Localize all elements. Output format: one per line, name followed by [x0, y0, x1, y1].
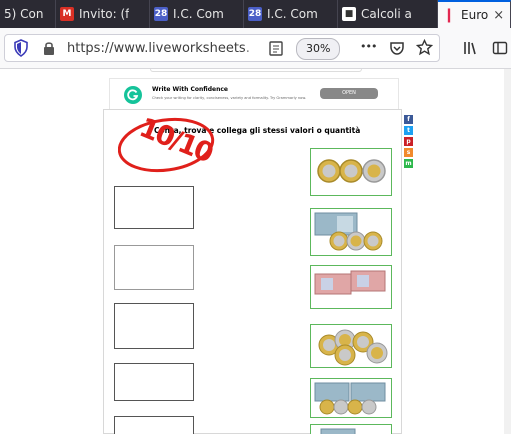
drop-box-3[interactable] [114, 303, 194, 349]
money-tile-1[interactable] [310, 148, 392, 196]
tab-label: 5) Con [4, 7, 44, 21]
bookmark-star-icon[interactable] [415, 38, 434, 60]
url-bar[interactable]: https://www.liveworksheets. 30% ••• [4, 34, 440, 62]
pocket-icon[interactable] [389, 40, 405, 60]
tab-label: Euro [461, 8, 489, 22]
navigation-toolbar: https://www.liveworksheets. 30% ••• [0, 28, 511, 69]
share-icon[interactable]: s [404, 148, 413, 157]
tab-label: I.C. Com [267, 7, 318, 21]
lock-icon[interactable] [43, 41, 55, 60]
library-icon[interactable] [460, 38, 480, 58]
money-tile-4[interactable] [310, 324, 392, 368]
tab-classroom[interactable]: ■ Calcoli a [338, 0, 438, 28]
euro-coin-icon [346, 231, 366, 251]
money-tile-2[interactable] [310, 208, 392, 256]
classroom-share-icon[interactable]: m [404, 159, 413, 168]
classroom-icon: ■ [342, 7, 356, 21]
ad-open-button[interactable]: OPEN [320, 88, 378, 99]
tab-label: I.C. Com [173, 7, 224, 21]
euro-coin-icon [329, 231, 349, 251]
ad-text: Check your writing for clarity, concisen… [152, 96, 307, 100]
tab-label: Calcoli a [361, 7, 412, 21]
tab-strip: 5) Con M Invito: (f 28 I.C. Com 28 I.C. … [0, 0, 511, 28]
tracking-shield-icon[interactable] [13, 39, 29, 61]
worksheet: Conta, trova e collega gli stessi valori… [103, 109, 402, 434]
sidebar-icon[interactable] [490, 38, 510, 58]
euro-coin-icon [347, 399, 363, 415]
drop-box-4[interactable] [114, 363, 194, 401]
ad-banner[interactable]: Write With Confidence Check your writing… [109, 78, 399, 112]
drop-box-5[interactable] [114, 416, 194, 434]
money-tile-6[interactable] [310, 424, 392, 434]
ad-tab-edge [150, 69, 362, 72]
drop-box-1[interactable] [114, 186, 194, 229]
page-actions-menu-icon[interactable]: ••• [360, 40, 377, 53]
score-mark: 10/10 [117, 112, 224, 174]
euro-coin-icon [319, 399, 335, 415]
money-tile-5[interactable] [310, 378, 392, 418]
tab-gmail[interactable]: M Invito: (f [56, 0, 150, 28]
euro-banknote-icon [314, 382, 350, 402]
money-tile-3[interactable] [310, 265, 392, 309]
page-content: Write With Confidence Check your writing… [0, 69, 511, 434]
euro-coin-icon [317, 159, 341, 183]
euro-coin-icon [334, 344, 356, 366]
grammarly-logo-icon [124, 86, 142, 104]
tab-label: Invito: (f [79, 7, 130, 21]
tab-calendar-1[interactable]: 28 I.C. Com [150, 0, 244, 28]
vertical-scrollbar[interactable] [504, 69, 511, 434]
ad-title: Write With Confidence [152, 86, 228, 93]
pinterest-share-icon[interactable]: p [404, 137, 413, 146]
close-tab-icon[interactable]: × [493, 8, 504, 23]
euro-coin-icon [333, 399, 349, 415]
calendar-icon: 28 [154, 7, 168, 21]
facebook-share-icon[interactable]: f [404, 115, 413, 124]
euro-banknote-icon [350, 270, 386, 292]
euro-banknote-icon [314, 212, 358, 236]
tab-chat[interactable]: 5) Con [0, 0, 56, 28]
zoom-level-button[interactable]: 30% [296, 38, 341, 60]
drop-box-2[interactable] [114, 245, 194, 290]
tab-euro-active[interactable]: ❙ Euro × [438, 0, 511, 28]
reader-view-icon[interactable] [269, 41, 283, 60]
calendar-icon: 28 [248, 7, 262, 21]
liveworksheets-icon: ❙ [443, 7, 455, 23]
tab-calendar-2[interactable]: 28 I.C. Com [244, 0, 338, 28]
euro-coin-icon [362, 159, 386, 183]
euro-banknote-icon [314, 273, 352, 295]
gmail-icon: M [60, 7, 74, 21]
euro-banknote-icon [350, 382, 386, 402]
euro-banknote-icon [320, 428, 356, 434]
url-text[interactable]: https://www.liveworksheets. [67, 41, 250, 56]
share-bar: f t p s m [404, 115, 413, 170]
euro-coin-icon [361, 399, 377, 415]
euro-coin-icon [339, 159, 363, 183]
twitter-share-icon[interactable]: t [404, 126, 413, 135]
euro-coin-icon [363, 231, 383, 251]
euro-coin-icon [366, 342, 388, 364]
